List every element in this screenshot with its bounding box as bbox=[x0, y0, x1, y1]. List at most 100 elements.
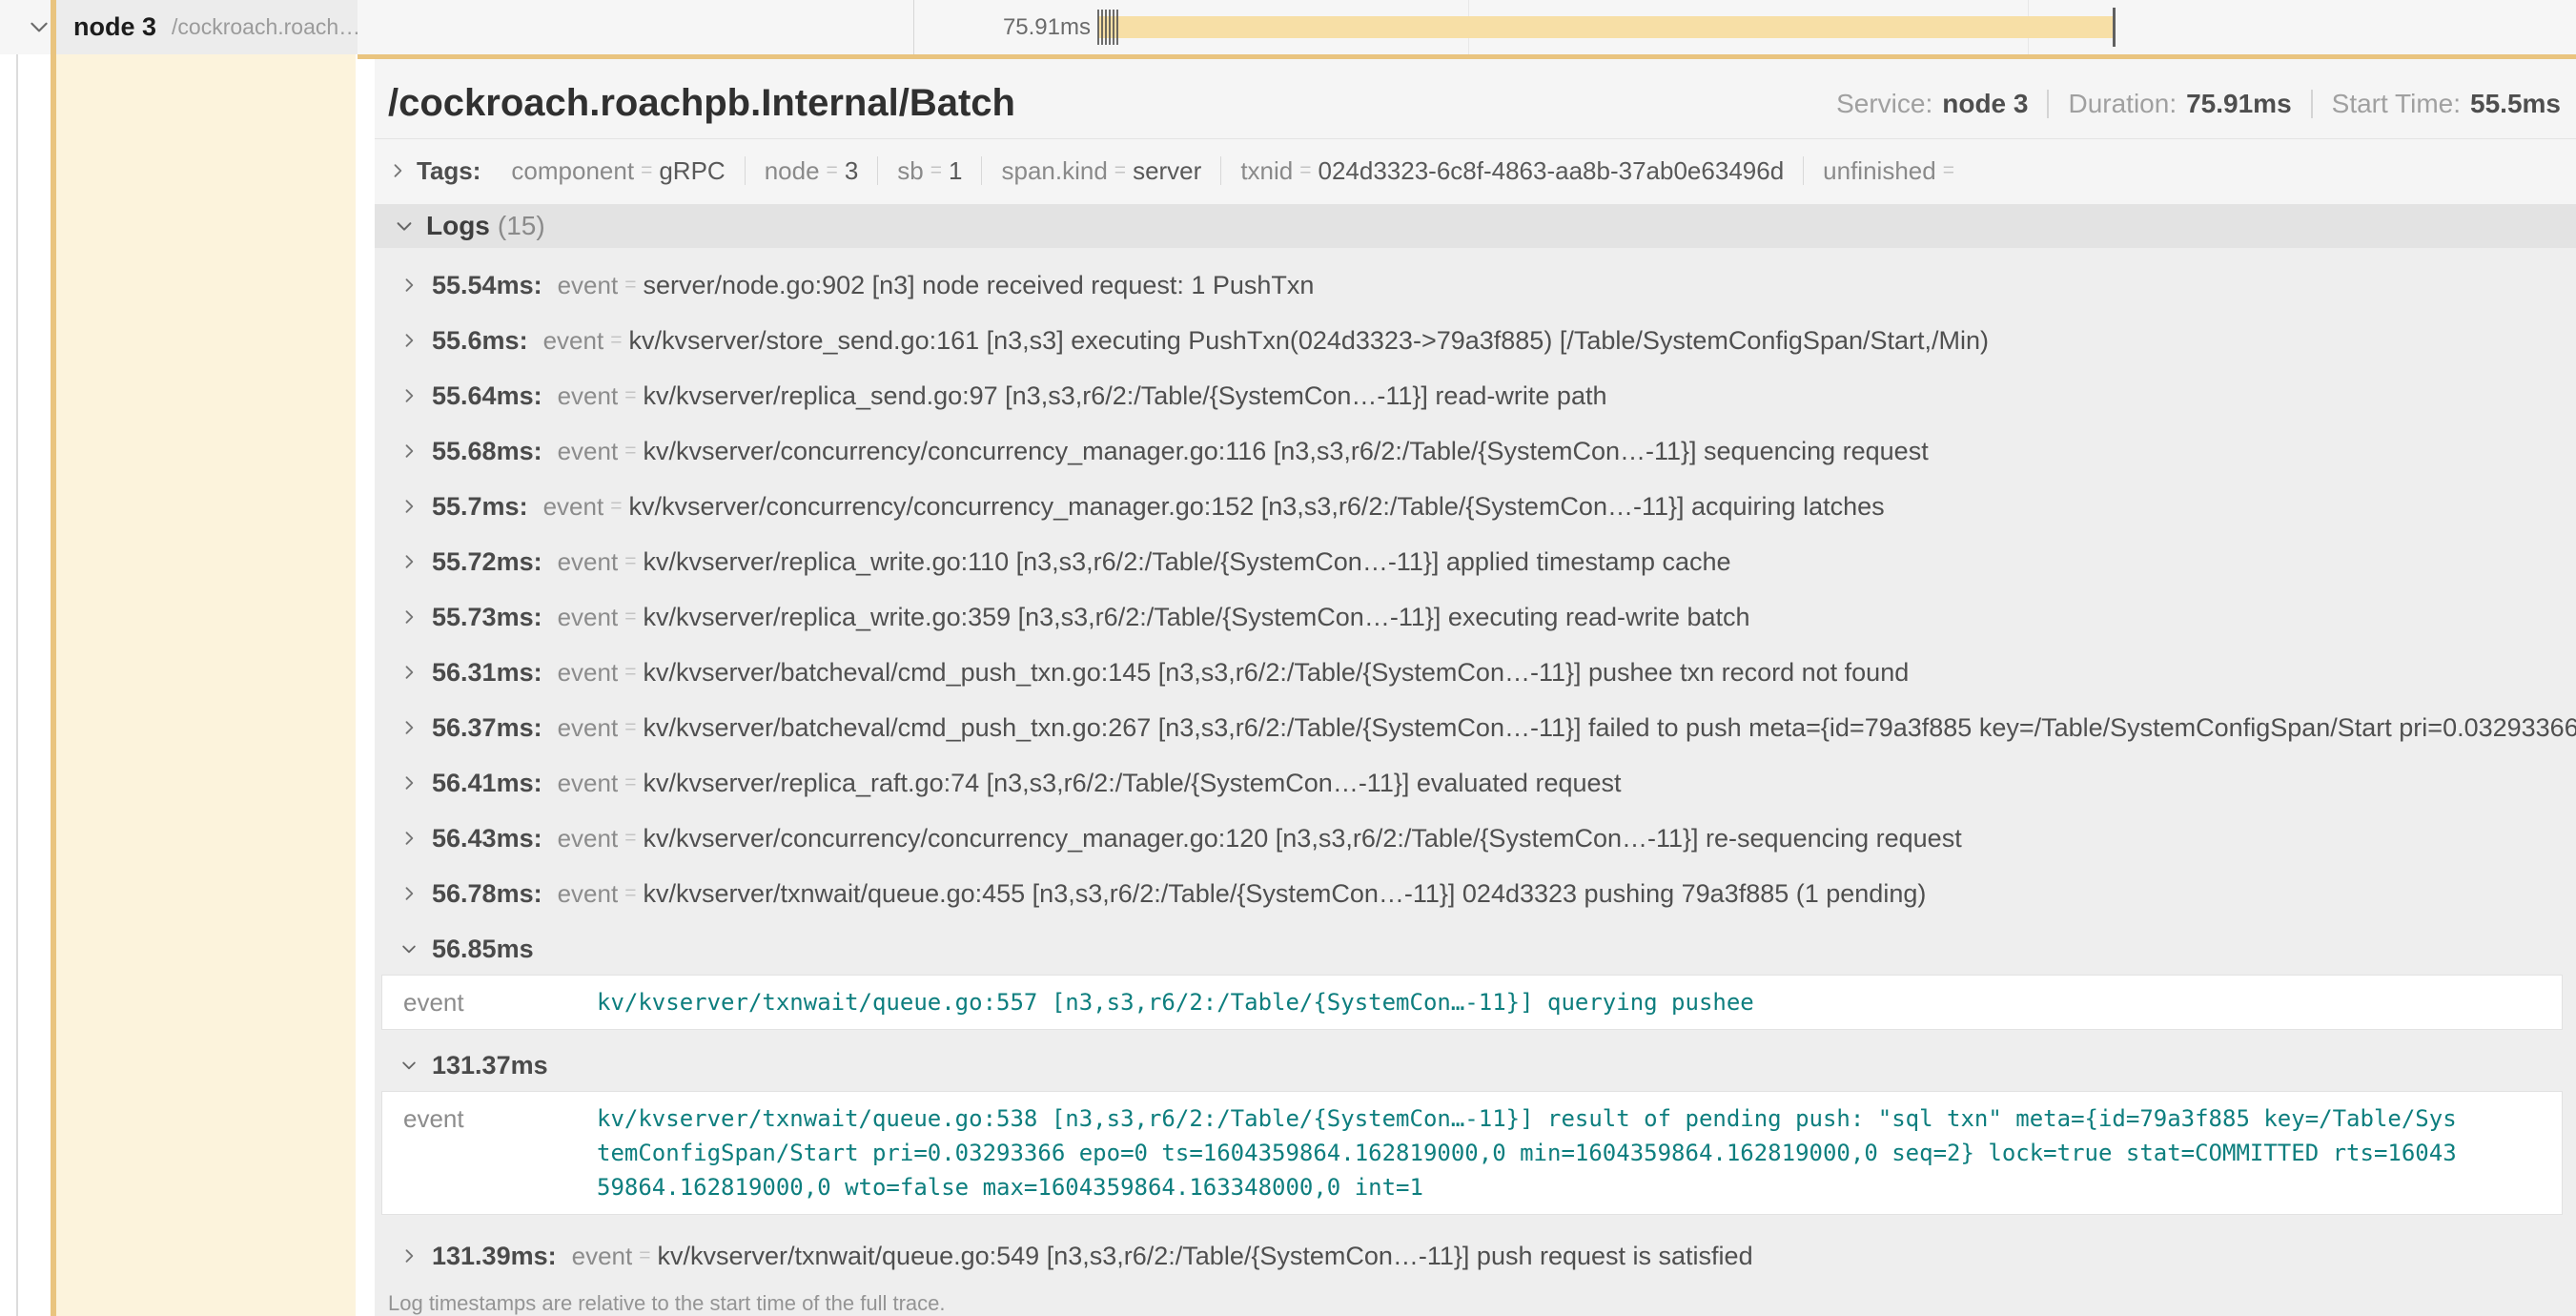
log-field-key: event bbox=[382, 1101, 597, 1204]
log-message: kv/kvserver/txnwait/queue.go:549 [n3,s3,… bbox=[657, 1242, 2576, 1271]
tag-key: node bbox=[765, 156, 820, 186]
log-field-key: event bbox=[558, 437, 619, 466]
log-entry-row[interactable]: 55.73ms:event=kv/kvserver/replica_write.… bbox=[375, 589, 2576, 645]
log-field-key: event bbox=[558, 769, 619, 798]
log-entry-row[interactable]: 55.7ms: event = kv/kvserver/concurrency/con… bbox=[375, 479, 2576, 534]
tag-value: server bbox=[1133, 156, 1201, 186]
log-marker-tick bbox=[1101, 10, 1103, 45]
tag-item-node: node=3 bbox=[746, 156, 879, 185]
equals-sign: = bbox=[624, 606, 636, 628]
trace-timeline-view: node 3 /cockroach.roach… 75.91ms /cockro… bbox=[0, 0, 2576, 1316]
logs-title: Logs bbox=[426, 211, 490, 241]
log-entry-row[interactable]: 56.37ms:event=kv/kvserver/batcheval/cmd_… bbox=[375, 700, 2576, 755]
log-marker-tick bbox=[2113, 8, 2116, 47]
log-marker-tick bbox=[1097, 10, 1099, 45]
log-message: kv/kvserver/concurrency/concurrency_mana… bbox=[643, 437, 2576, 466]
log-timestamp: 55.64ms: bbox=[432, 381, 542, 411]
equals-sign: = bbox=[624, 550, 636, 573]
log-field-key: event bbox=[558, 381, 619, 411]
log-entry-row[interactable]: 55.72ms: event= kv/kvserver/replica_write.… bbox=[375, 534, 2576, 589]
service-label: Service: bbox=[1836, 89, 1932, 119]
chevron-right-icon bbox=[399, 276, 419, 295]
log-field-value: kv/kvserver/txnwait/queue.go:538 [n3,s3,… bbox=[597, 1101, 2462, 1204]
log-timestamp: 56.85ms bbox=[432, 935, 534, 964]
chevron-right-icon bbox=[399, 663, 419, 682]
logs-list: 55.54ms:event=server/node.go:902 [n3] no… bbox=[375, 248, 2576, 1284]
log-timestamp: 55.54ms: bbox=[432, 271, 542, 300]
log-message: kv/kvserver/replica_send.go:97 [n3,s3,r6… bbox=[643, 381, 2576, 411]
log-entry-expanded-header[interactable]: 56.85ms bbox=[375, 927, 2576, 971]
equals-sign: = bbox=[624, 274, 636, 297]
log-entry-row[interactable]: 56.78ms:event=kv/kvserver/txnwait/queue.… bbox=[375, 866, 2576, 921]
tag-item-span.kind: span.kind=server bbox=[982, 156, 1221, 185]
span-row[interactable]: node 3 /cockroach.roach… 75.91ms bbox=[0, 0, 2576, 54]
equals-sign: = bbox=[624, 440, 636, 463]
log-message: kv/kvserver/concurrency/concurrency_mana… bbox=[628, 492, 2576, 522]
service-name: node 3 bbox=[73, 12, 156, 42]
log-field-key: event bbox=[543, 492, 604, 522]
log-timestamp: 131.39ms: bbox=[432, 1242, 557, 1271]
log-entry-row[interactable]: 56.31ms:event=kv/kvserver/batcheval/cmd_… bbox=[375, 645, 2576, 700]
log-timestamp: 55.72ms: bbox=[432, 547, 542, 577]
start-time-value: 55.5ms bbox=[2470, 89, 2561, 119]
log-entry-detail-box: eventkv/kvserver/txnwait/queue.go:538 [n… bbox=[381, 1091, 2563, 1215]
detail-accent-column bbox=[51, 54, 356, 1316]
equals-sign: = bbox=[641, 159, 652, 182]
equals-sign: = bbox=[1943, 159, 1954, 182]
log-timestamp: 56.78ms: bbox=[432, 879, 542, 909]
timeline-left-rule bbox=[16, 0, 18, 1316]
chevron-right-icon bbox=[388, 161, 407, 180]
log-entry-row[interactable]: 55.68ms: event= kv/kvserver/concurrency/co… bbox=[375, 423, 2576, 479]
span-meta: Service: node 3 Duration: 75.91ms Start … bbox=[1836, 89, 2561, 119]
span-detail-header: /cockroach.roachpb.Internal/Batch Servic… bbox=[375, 59, 2576, 125]
chevron-right-icon bbox=[399, 1246, 419, 1265]
logs-accordion-header[interactable]: Logs (15) bbox=[375, 204, 2576, 248]
log-message: kv/kvserver/store_send.go:161 [n3,s3] ex… bbox=[628, 326, 2576, 356]
start-time-label: Start Time: bbox=[2332, 89, 2461, 119]
tag-key: unfinished bbox=[1823, 156, 1936, 186]
equals-sign: = bbox=[624, 716, 636, 739]
span-name-cell[interactable]: node 3 /cockroach.roach… bbox=[51, 0, 358, 54]
log-timestamp: 55.68ms: bbox=[432, 437, 542, 466]
chevron-right-icon bbox=[399, 773, 419, 792]
tag-item-txnid: txnid=024d3323-6c8f-4863-aa8b-37ab0e6349… bbox=[1221, 156, 1804, 185]
log-entry-row[interactable]: 55.64ms:event=kv/kvserver/replica_send.g… bbox=[375, 368, 2576, 423]
tag-key: component bbox=[511, 156, 634, 186]
chevron-right-icon bbox=[399, 607, 419, 627]
log-marker-tick bbox=[1116, 10, 1118, 45]
log-entry-row[interactable]: 56.41ms:event=kv/kvserver/replica_raft.g… bbox=[375, 755, 2576, 811]
log-field-value: kv/kvserver/txnwait/queue.go:557 [n3,s3,… bbox=[597, 985, 1754, 1019]
tag-value: 024d3323-6c8f-4863-aa8b-37ab0e63496d bbox=[1319, 156, 1785, 186]
chevron-down-icon[interactable] bbox=[27, 14, 51, 39]
log-message: kv/kvserver/replica_write.go:110 [n3,s3,… bbox=[643, 547, 2576, 577]
chevron-down-icon bbox=[394, 216, 415, 236]
log-entry-expanded-header[interactable]: 131.37ms bbox=[375, 1043, 2576, 1087]
span-bar[interactable] bbox=[1098, 16, 2115, 38]
log-entry-row[interactable]: 56.43ms:event=kv/kvserver/concurrency/co… bbox=[375, 811, 2576, 866]
log-field-key: event bbox=[558, 547, 619, 577]
chevron-right-icon bbox=[399, 718, 419, 737]
equals-sign: = bbox=[610, 329, 622, 352]
log-field-key: event bbox=[572, 1242, 633, 1271]
log-entry-row[interactable]: 55.6ms:event=kv/kvserver/store_send.go:1… bbox=[375, 313, 2576, 368]
equals-sign: = bbox=[827, 159, 838, 182]
log-marker-tick bbox=[1109, 10, 1111, 45]
header-divider bbox=[375, 138, 2576, 139]
log-entry-row[interactable]: 131.39ms: event = kv/kvserver/txnwait/queue… bbox=[375, 1228, 2576, 1284]
equals-sign: = bbox=[610, 495, 622, 518]
log-message: server/node.go:902 [n3] node received re… bbox=[643, 271, 2576, 300]
span-duration-label: 75.91ms bbox=[913, 0, 1091, 54]
log-timestamp: 55.6ms: bbox=[432, 326, 528, 356]
log-field-key: event bbox=[558, 658, 619, 688]
equals-sign: = bbox=[639, 1244, 650, 1267]
chevron-down-icon bbox=[399, 1056, 419, 1075]
log-entry-row[interactable]: 55.54ms: event= server/node.go:902 [n3] no… bbox=[375, 257, 2576, 313]
tags-label: Tags: bbox=[417, 156, 480, 186]
log-field-key: event bbox=[382, 985, 597, 1019]
chevron-right-icon bbox=[399, 829, 419, 848]
log-field-key: event bbox=[558, 271, 619, 300]
tag-value: gRPC bbox=[659, 156, 725, 186]
tags-accordion[interactable]: Tags: component=gRPCnode=3sb=1span.kind=… bbox=[375, 153, 2576, 189]
log-timestamp: 55.7ms: bbox=[432, 492, 528, 522]
log-message: kv/kvserver/batcheval/cmd_push_txn.go:14… bbox=[643, 658, 2576, 688]
